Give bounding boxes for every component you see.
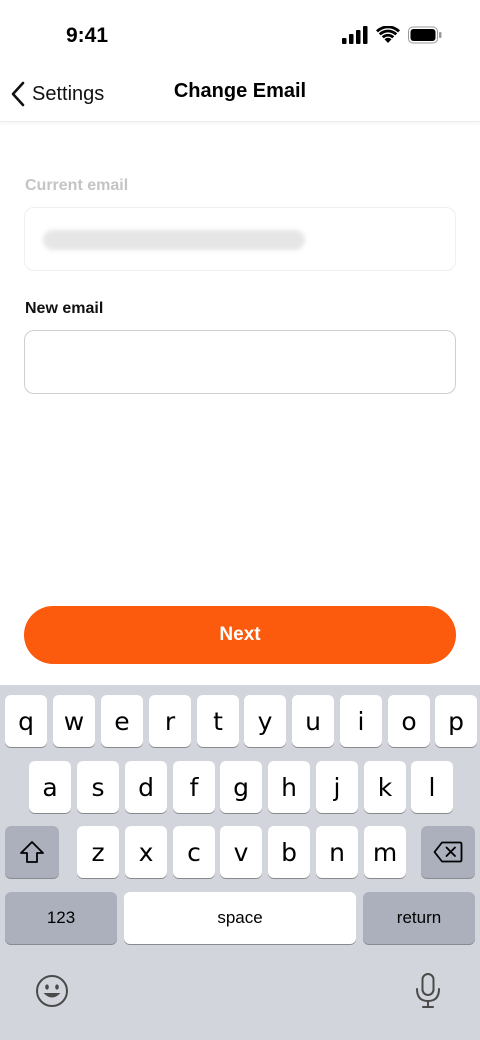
key-c[interactable]: c: [173, 826, 215, 878]
new-email-field[interactable]: [24, 330, 456, 394]
emoji-icon[interactable]: [35, 974, 69, 1008]
key-m[interactable]: m: [364, 826, 406, 878]
status-bar: 9:41: [0, 0, 480, 66]
key-u[interactable]: u: [292, 695, 334, 747]
current-email-value-blurred: [43, 230, 305, 250]
current-email-field: [24, 207, 456, 271]
status-icons: [342, 26, 442, 44]
backspace-icon: [433, 841, 463, 863]
shift-icon: [20, 841, 44, 863]
key-z[interactable]: z: [77, 826, 119, 878]
key-v[interactable]: v: [220, 826, 262, 878]
key-x[interactable]: x: [125, 826, 167, 878]
key-l[interactable]: l: [411, 761, 453, 813]
key-s[interactable]: s: [77, 761, 119, 813]
current-email-label: Current email: [25, 177, 129, 194]
page-title: Change Email: [173, 80, 307, 102]
key-p[interactable]: p: [435, 695, 477, 747]
key-e[interactable]: e: [101, 695, 143, 747]
battery-icon: [408, 26, 442, 44]
key-k[interactable]: k: [364, 761, 406, 813]
key-b[interactable]: b: [268, 826, 310, 878]
keyboard: q w e r t y u i o p a s d f g h j k l z …: [0, 685, 480, 1040]
numbers-key[interactable]: 123: [5, 892, 117, 944]
key-j[interactable]: j: [316, 761, 358, 813]
cellular-signal-icon: [342, 26, 368, 44]
key-g[interactable]: g: [220, 761, 262, 813]
return-key[interactable]: return: [363, 892, 475, 944]
next-button[interactable]: Next: [24, 606, 456, 664]
wifi-icon: [376, 26, 400, 43]
new-email-input[interactable]: [25, 331, 455, 393]
key-a[interactable]: a: [29, 761, 71, 813]
delete-key[interactable]: [421, 826, 475, 878]
key-y[interactable]: y: [244, 695, 286, 747]
key-h[interactable]: h: [268, 761, 310, 813]
key-r[interactable]: r: [149, 695, 191, 747]
microphone-icon[interactable]: [414, 972, 442, 1010]
key-t[interactable]: t: [197, 695, 239, 747]
key-o[interactable]: o: [388, 695, 430, 747]
space-key[interactable]: space: [124, 892, 356, 944]
key-w[interactable]: w: [53, 695, 95, 747]
new-email-label: New email: [25, 300, 104, 317]
navigation-bar: Settings Change Email: [0, 66, 480, 122]
key-d[interactable]: d: [125, 761, 167, 813]
key-f[interactable]: f: [173, 761, 215, 813]
status-time: 9:41: [66, 24, 109, 47]
key-n[interactable]: n: [316, 826, 358, 878]
key-i[interactable]: i: [340, 695, 382, 747]
key-q[interactable]: q: [5, 695, 47, 747]
shift-key[interactable]: [5, 826, 59, 878]
